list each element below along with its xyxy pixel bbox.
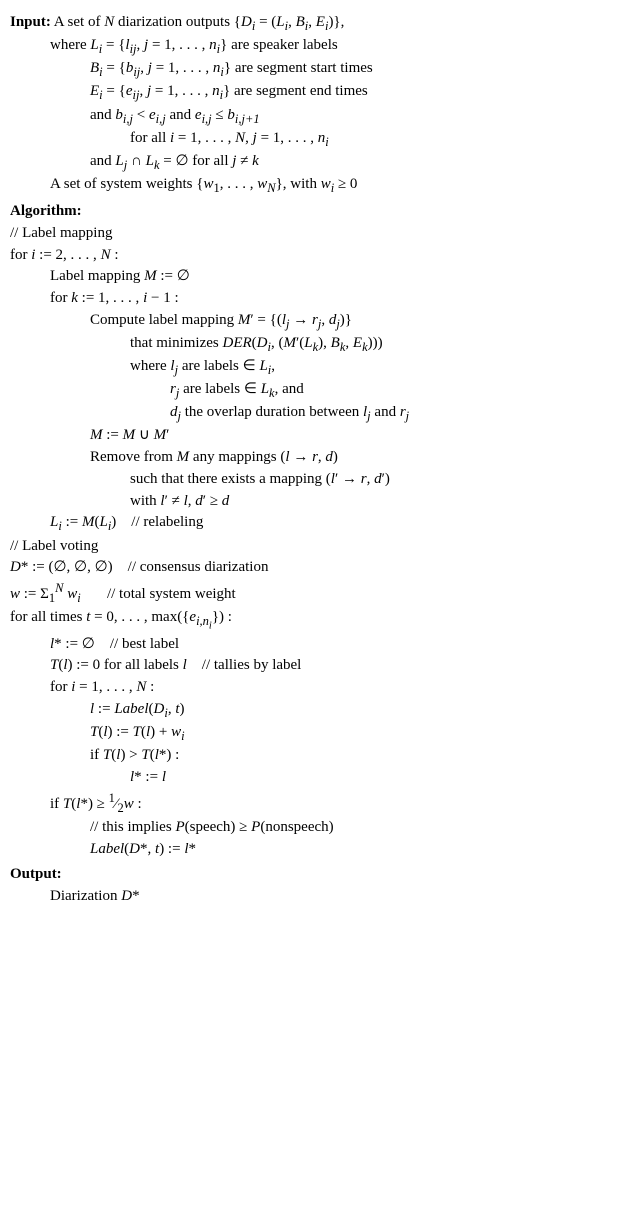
- l-star-assign: l* := l: [10, 767, 630, 789]
- minimizes-der: that minimizes DER(Di, (M′(Lk), Bk, Ek))…: [10, 333, 630, 356]
- for-all-times: for all times t = 0, . . . , max({ei,ni}…: [10, 607, 630, 634]
- comment-label-voting: // Label voting: [10, 536, 630, 558]
- m-union: M := M ∪ M′: [10, 425, 630, 447]
- w-sum: w := Σ1N wi // total system weight: [10, 579, 630, 607]
- input-text: A set of N diarization outputs {Di = (Li…: [54, 14, 345, 30]
- label-d-star: Label(D*, t) := l*: [10, 839, 630, 861]
- for-i-inner: for i = 1, . . . , N :: [10, 677, 630, 699]
- where-lj: where lj are labels ∈ Li,: [10, 356, 630, 379]
- for-k-loop: for k := 1, . . . , i − 1 :: [10, 288, 630, 310]
- d-star-init: D* := (∅, ∅, ∅) // consensus diarization: [10, 557, 630, 579]
- rj-labels: rj are labels ∈ Lk, and: [10, 379, 630, 402]
- input-line: Input: A set of N diarization outputs {D…: [10, 12, 630, 35]
- remove-from-m: Remove from M any mappings (l → r, d): [10, 447, 630, 469]
- tl-init: T(l) := 0 for all labels l // tallies by…: [10, 655, 630, 677]
- line-ei: Ei = {eij, j = 1, . . . , ni} are segmen…: [10, 81, 630, 104]
- such-that-exists: such that there exists a mapping (l′ → r…: [10, 469, 630, 491]
- line-forall-i: for all i = 1, . . . , N, j = 1, . . . ,…: [10, 128, 630, 151]
- output-diarization: Diarization D*: [10, 886, 630, 908]
- if-tl-gt: if T(l) > T(l*) :: [10, 745, 630, 767]
- dj-overlap: dj the overlap duration between lj and r…: [10, 402, 630, 425]
- if-t-lstar: if T(l*) ≥ 1⁄2w :: [10, 789, 630, 817]
- comment-implies: // this implies P(speech) ≥ P(nonspeech): [10, 817, 630, 839]
- line-system-weights: A set of system weights {w1, . . . , wN}…: [10, 174, 630, 197]
- compute-mapping: Compute label mapping M′ = {(lj → rj, dj…: [10, 310, 630, 333]
- line-lj-lk: and Lj ∩ Lk = ∅ for all j ≠ k: [10, 151, 630, 174]
- algorithm-label: Algorithm:: [10, 201, 630, 223]
- comment-label-mapping: // Label mapping: [10, 223, 630, 245]
- input-label: Input:: [10, 14, 51, 30]
- algorithm-container: Input: A set of N diarization outputs {D…: [10, 12, 630, 908]
- line-where-li: where Li = {lij, j = 1, . . . , ni} are …: [10, 35, 630, 58]
- line-bi: Bi = {bij, j = 1, . . . , ni} are segmen…: [10, 58, 630, 81]
- tl-update: T(l) := T(l) + wi: [10, 722, 630, 745]
- li-relabeling: Li := M(Li) // relabeling: [10, 512, 630, 535]
- line-bij-constraint: and bi,j < ei,j and ei,j ≤ bi,j+1: [10, 105, 630, 128]
- l-star-init: l* := ∅ // best label: [10, 634, 630, 656]
- label-mapping-m: Label mapping M := ∅: [10, 266, 630, 288]
- l-label-assign: l := Label(Di, t): [10, 699, 630, 722]
- output-label: Output:: [10, 864, 630, 886]
- with-condition: with l′ ≠ l, d′ ≥ d: [10, 491, 630, 513]
- for-i-loop: for i := 2, . . . , N :: [10, 245, 630, 267]
